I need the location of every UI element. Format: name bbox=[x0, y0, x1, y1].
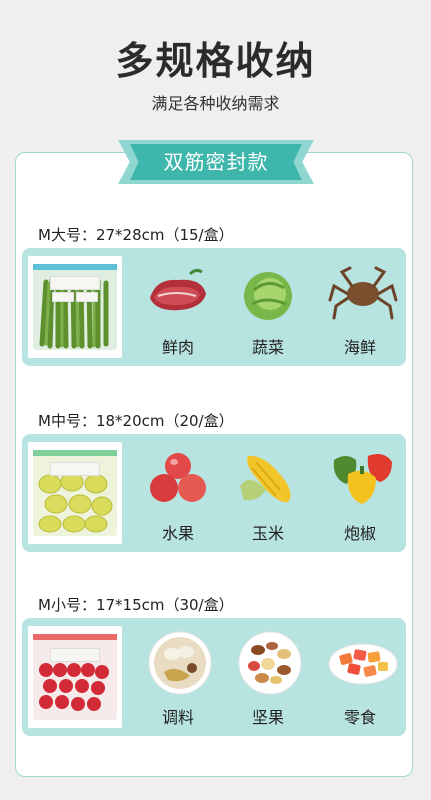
item-vegetable: 蔬菜 bbox=[228, 248, 308, 366]
item-meat: 鲜肉 bbox=[138, 248, 218, 366]
item-label: 鲜肉 bbox=[161, 338, 194, 357]
item-spices: 调料 bbox=[138, 618, 218, 736]
section-banner: 双筋密封款 bbox=[118, 140, 314, 184]
steak-icon bbox=[150, 268, 206, 311]
item-nuts: 坚果 bbox=[228, 618, 308, 736]
item-seafood: 海鲜 bbox=[320, 248, 400, 366]
item-label: 零食 bbox=[343, 708, 376, 727]
crab-icon bbox=[328, 266, 398, 320]
size-row-medium: 水果 玉米 炮椒 bbox=[22, 434, 406, 552]
size-label-medium: M中号：18*20cm（20/盒） bbox=[38, 412, 234, 430]
item-corn: 玉米 bbox=[228, 434, 308, 552]
peppers-icon bbox=[333, 454, 392, 504]
item-label: 水果 bbox=[161, 524, 194, 543]
item-label: 调料 bbox=[161, 708, 194, 727]
size-row-large: 鲜肉 蔬菜 海鲜 bbox=[22, 248, 406, 366]
item-label: 玉米 bbox=[251, 524, 284, 543]
item-peppers: 炮椒 bbox=[320, 434, 400, 552]
spices-icon bbox=[148, 631, 212, 695]
page-subtitle: 满足各种收纳需求 bbox=[151, 94, 280, 113]
item-label: 炮椒 bbox=[343, 524, 376, 543]
bag-lemons-image bbox=[28, 442, 122, 544]
item-fruit: 水果 bbox=[138, 434, 218, 552]
item-label: 蔬菜 bbox=[251, 338, 284, 357]
bag-asparagus-image bbox=[28, 256, 122, 358]
cabbage-icon bbox=[244, 272, 292, 320]
nuts-icon bbox=[238, 631, 302, 695]
item-label: 海鲜 bbox=[343, 338, 376, 357]
snacks-icon bbox=[328, 643, 398, 685]
size-row-small: 调料 坚果 零食 bbox=[22, 618, 406, 736]
size-label-small: M小号：17*15cm（30/盒） bbox=[38, 596, 234, 614]
page-title: 多规格收纳 bbox=[115, 39, 316, 83]
corn-icon bbox=[240, 455, 291, 503]
apples-icon bbox=[150, 453, 206, 502]
banner-label: 双筋密封款 bbox=[130, 144, 302, 180]
size-label-large: M大号：27*28cm（15/盒） bbox=[38, 226, 234, 244]
item-snacks: 零食 bbox=[320, 618, 400, 736]
item-label: 坚果 bbox=[251, 708, 284, 727]
bag-cherries-image bbox=[28, 626, 122, 728]
